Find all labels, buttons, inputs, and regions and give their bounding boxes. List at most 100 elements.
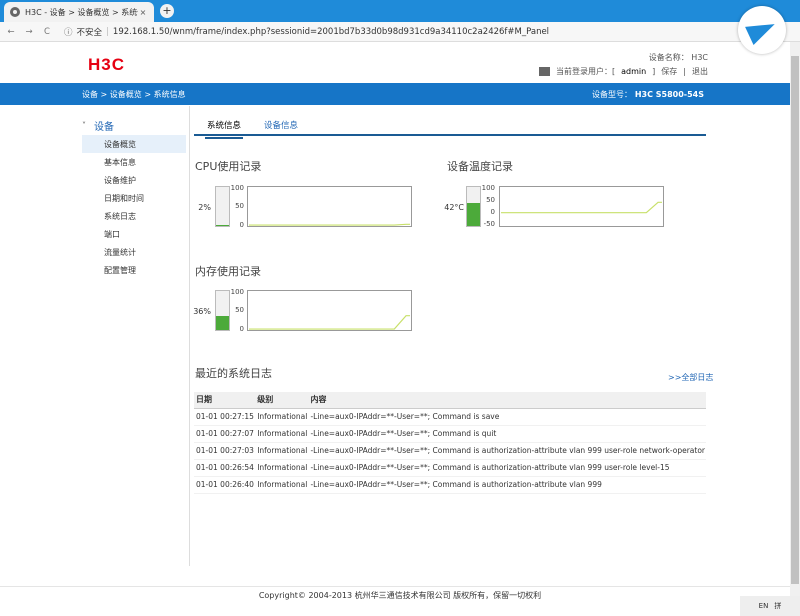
mem-chart-title: 内存使用记录 <box>195 265 261 278</box>
tab-device-info[interactable]: 设备信息 <box>264 119 298 131</box>
logout-link[interactable]: 退出 <box>692 66 708 77</box>
forward-icon[interactable]: → <box>22 27 36 37</box>
col-date: 日期 <box>194 392 256 409</box>
cpu-plot <box>247 186 412 227</box>
nav-divider <box>189 106 190 566</box>
device-name-label: 设备名称： <box>648 53 689 62</box>
log-row: 01-01 00:26:40 Informational -Line=aux0-… <box>194 476 706 494</box>
mem-value: 36% <box>193 307 211 316</box>
temp-chart-title: 设备温度记录 <box>447 160 513 173</box>
log-level: Informational <box>255 408 309 426</box>
device-model-value: H3C S5800-54S <box>634 89 704 99</box>
log-date: 01-01 00:26:40 <box>194 476 256 494</box>
home-icon <box>538 67 550 76</box>
log-content: -Line=aux0-IPAddr=**-User=**; Command is… <box>308 425 706 443</box>
log-content: -Line=aux0-IPAddr=**-User=**; Command is… <box>308 476 706 494</box>
log-level: Informational <box>255 459 309 477</box>
log-section-title: 最近的系统日志 <box>195 367 272 380</box>
temp-tick-100: 100 <box>481 184 495 192</box>
browser-tab[interactable]: H3C - 设备 > 设备概览 > 系统信息 × <box>4 2 154 22</box>
log-row: 01-01 00:27:03 Informational -Line=aux0-… <box>194 442 706 460</box>
col-level: 级别 <box>255 392 309 409</box>
nav-item-traffic[interactable]: 流量统计 <box>82 243 186 261</box>
user-line: 当前登录用户：[ admin ] 保存 | 退出 <box>538 66 708 77</box>
url-text: 192.168.1.50/wnm/frame/index.php?session… <box>112 26 550 37</box>
temp-plot <box>499 186 664 227</box>
tab-close-icon[interactable]: × <box>138 8 148 17</box>
current-user-label: 当前登录用户：[ <box>555 67 616 76</box>
nav-item-port[interactable]: 端口 <box>82 225 186 243</box>
swallow-logo-icon <box>738 6 786 54</box>
url-separator: | <box>106 26 109 37</box>
chevron-down-icon: ˅ <box>82 120 86 130</box>
tab-title: H3C - 设备 > 设备概览 > 系统信息 <box>25 7 138 17</box>
temp-plot-svg <box>500 201 663 214</box>
cpu-line <box>248 223 411 226</box>
log-row: 01-01 00:27:15 Informational -Line=aux0-… <box>194 408 706 426</box>
reload-icon[interactable]: C <box>40 27 54 37</box>
log-level: Informational <box>255 425 309 443</box>
temp-tick-neg50: -50 <box>483 220 495 228</box>
log-date: 01-01 00:26:54 <box>194 459 256 477</box>
log-content: -Line=aux0-IPAddr=**-User=**; Command is… <box>308 442 706 460</box>
cpu-plot-svg <box>248 223 411 226</box>
nav-item-overview[interactable]: 设备概览 <box>82 135 186 153</box>
nav-group-device[interactable]: ˅ 设备 <box>82 115 186 135</box>
all-logs-link[interactable]: >>全部日志 <box>668 372 713 383</box>
mem-plot <box>247 290 412 331</box>
ime-indicator[interactable]: 拼 <box>774 601 781 611</box>
breadcrumb: 设备 > 设备概览 > 系统信息 <box>82 89 186 99</box>
content-tabs: 系统信息 设备信息 <box>194 114 706 139</box>
address-bar: ← → C ⓘ 不安全 | 192.168.1.50/wnm/frame/ind… <box>0 22 800 42</box>
bracket-close: ] <box>652 67 656 76</box>
device-name: 设备名称： H3C <box>649 52 708 63</box>
log-date: 01-01 00:27:03 <box>194 442 256 460</box>
log-table: 日期 级别 内容 01-01 00:27:15 Informational -L… <box>194 392 706 494</box>
log-level: Informational <box>255 442 309 460</box>
left-nav: ˅ 设备 设备概览 基本信息 设备维护 日期和时间 系统日志 端口 流量统计 配… <box>82 115 186 279</box>
tab-system-info[interactable]: 系统信息 <box>204 119 244 139</box>
cpu-value: 2% <box>198 203 211 212</box>
nav-item-basic-info[interactable]: 基本信息 <box>82 153 186 171</box>
temp-tick-50: 50 <box>486 196 495 204</box>
device-name-value: H3C <box>691 53 708 62</box>
page-scrollbar[interactable] <box>790 42 800 598</box>
insecure-label: 不安全 <box>76 27 103 38</box>
log-row: 01-01 00:26:54 Informational -Line=aux0-… <box>194 459 706 477</box>
lang-indicator[interactable]: EN <box>759 602 769 610</box>
taskbar-tray: EN 拼 <box>740 596 800 616</box>
log-content: -Line=aux0-IPAddr=**-User=**; Command is… <box>308 408 706 426</box>
device-model: 设备型号： H3C S5800-54S <box>592 89 704 100</box>
back-icon[interactable]: ← <box>4 27 18 37</box>
temp-value: 42°C <box>444 203 464 212</box>
mem-plot-svg <box>248 315 411 330</box>
cpu-tick-50: 50 <box>235 202 244 210</box>
cpu-tick-0: 0 <box>239 221 244 229</box>
nav-item-datetime[interactable]: 日期和时间 <box>82 189 186 207</box>
cpu-tick-100: 100 <box>230 184 244 192</box>
cpu-chart-title: CPU使用记录 <box>195 160 262 173</box>
log-date: 01-01 00:27:07 <box>194 425 256 443</box>
save-link[interactable]: 保存 <box>661 66 677 77</box>
footer-copyright: Copyright© 2004-2013 杭州华三通信技术有限公司 版权所有，保… <box>258 591 542 600</box>
info-icon: ⓘ <box>64 27 73 38</box>
mem-line <box>248 315 411 330</box>
pipe-separator: | <box>683 67 686 76</box>
brand-logo: H3C <box>88 55 126 74</box>
nav-item-syslog[interactable]: 系统日志 <box>82 207 186 225</box>
nav-item-config[interactable]: 配置管理 <box>82 261 186 279</box>
scrollbar-thumb[interactable] <box>791 56 799 584</box>
current-user: admin <box>621 67 647 76</box>
nav-item-maintenance[interactable]: 设备维护 <box>82 171 186 189</box>
url-field[interactable]: ⓘ 不安全 | 192.168.1.50/wnm/frame/index.php… <box>64 26 549 38</box>
mem-tick-100: 100 <box>230 288 244 296</box>
log-level: Informational <box>255 476 309 494</box>
globe-icon <box>10 7 20 17</box>
mem-tick-50: 50 <box>235 306 244 314</box>
new-tab-button[interactable]: + <box>160 4 174 18</box>
app-header: H3C 设备名称： H3C 当前登录用户：[ admin ] 保存 | 退出 <box>0 42 800 83</box>
temp-line <box>500 201 663 214</box>
log-row: 01-01 00:27:07 Informational -Line=aux0-… <box>194 425 706 443</box>
footer-divider <box>0 586 790 587</box>
log-content: -Line=aux0-IPAddr=**-User=**; Command is… <box>308 459 706 477</box>
